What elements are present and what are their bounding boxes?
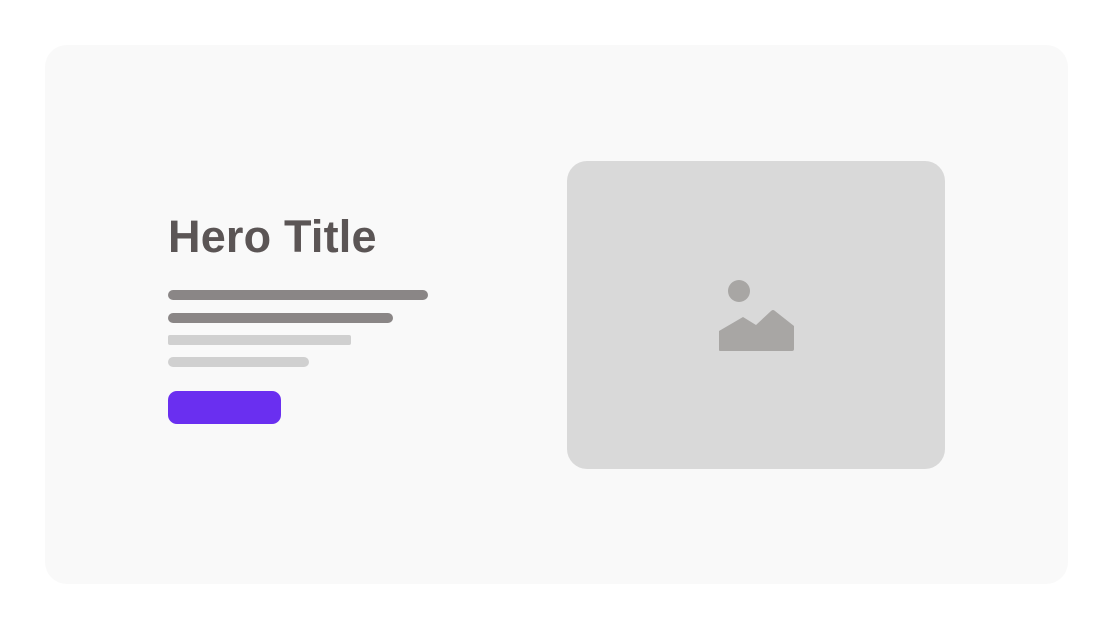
text-line-1 [168,290,428,300]
hero-card: Hero Title [45,45,1068,584]
sun-icon [728,280,750,302]
image-placeholder-icon [719,280,794,351]
text-line-2 [168,313,393,323]
mountain-icon [719,310,794,351]
hero-title: Hero Title [168,211,377,262]
cta-button[interactable] [168,391,281,424]
text-line-4 [168,357,309,367]
image-placeholder [567,161,945,469]
text-line-3 [168,335,351,345]
